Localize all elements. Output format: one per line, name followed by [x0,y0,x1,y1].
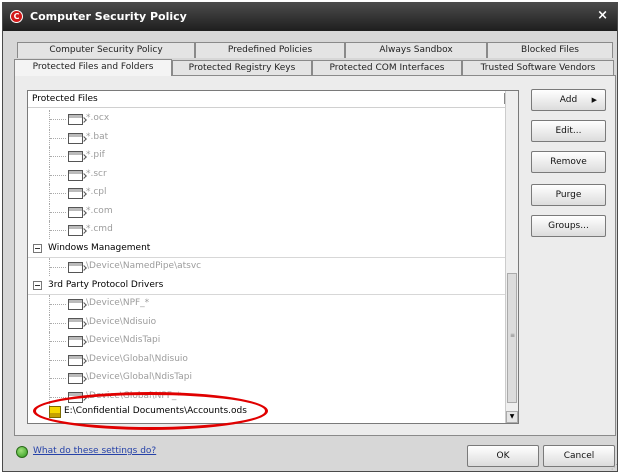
tab-protected-com-interfaces[interactable]: Protected COM Interfaces [312,60,462,76]
file-pattern-icon [68,225,83,236]
title-bar[interactable]: C Computer Security Policy × [3,3,617,31]
tree-connector [50,396,66,398]
tree-connector [50,378,66,379]
help-link[interactable]: What do these settings do? [33,446,156,456]
scroll-down-icon[interactable]: ▼ [506,411,518,423]
tab-protected-registry-keys[interactable]: Protected Registry Keys [172,60,312,76]
file-pattern-icon [68,169,83,181]
collapse-icon[interactable] [33,280,42,290]
file-pattern-icon [68,373,83,384]
highlighted-file-path: E:\Confidential Documents\Accounts.ods [64,406,247,416]
document-icon [49,406,61,418]
tree-item-row[interactable]: *.com [28,202,506,221]
tree-item-label: \Device\NdisTapi [86,335,161,345]
tree-item-label: \Device\NPF_* [86,298,150,308]
file-pattern-icon [68,262,83,273]
submenu-arrow-icon: ▶ [591,96,597,104]
file-pattern-icon [68,114,83,125]
add-button-label: Add [559,95,578,105]
tree-connector [50,119,66,120]
add-button[interactable]: Add ▶ [531,89,606,111]
grip-icon: ≡ [510,332,516,339]
tree-item-label: *.ocx [86,113,110,123]
tree-item-label: *.pif [86,150,105,160]
ok-button[interactable]: OK [467,445,539,467]
tree-item-label: \Device\Global\NdisTapi [86,372,192,382]
file-pattern-icon [68,188,83,199]
tree-connector [50,174,66,176]
vertical-scrollbar[interactable]: ≡ ▼ [505,91,518,423]
tree-item-label: *.cpl [86,187,107,197]
tree-item-row[interactable]: \Device\Ndisuio [28,313,506,332]
tree-connector [50,304,66,305]
help-icon[interactable] [16,446,28,458]
tree-group-row[interactable]: Windows Management [28,240,506,258]
tree-connector [50,267,66,268]
file-pattern-icon [68,151,83,162]
tree-connector [50,156,66,157]
tree-group-label: Windows Management [48,242,151,253]
close-icon[interactable]: × [597,8,608,23]
tree-item-label: \Device\NamedPipe\atsvc [86,261,202,271]
file-pattern-icon [68,336,83,347]
tree-item-label: \Device\Global\NPF_* [86,390,181,401]
list-header: Protected Files ▲ [28,91,518,108]
tab-always-sandbox[interactable]: Always Sandbox [345,42,487,58]
highlighted-file-row[interactable]: E:\Confidential Documents\Accounts.ods [28,404,506,420]
tree-item-row[interactable]: \Device\Global\Ndisuio [28,350,506,369]
tree-group-row[interactable]: 3rd Party Protocol Drivers [28,277,506,295]
scrollbar-thumb[interactable]: ≡ [507,273,517,403]
collapse-icon[interactable] [33,243,42,253]
tree-item-label: \Device\Global\Ndisuio [86,353,188,364]
cancel-button[interactable]: Cancel [543,445,615,467]
tree-connector [50,359,66,361]
tree-item-label: *.com [86,205,113,216]
tree-connector [50,211,66,213]
tree-connector [50,230,66,231]
tree-item-row[interactable]: *.cmd [28,221,506,239]
tab-computer-security-policy[interactable]: Computer Security Policy [17,42,195,58]
tab-protected-files-and-folders[interactable]: Protected Files and Folders [14,59,172,76]
file-pattern-icon [68,206,83,218]
list-header-label: Protected Files [32,94,98,104]
edit-button[interactable]: Edit... [531,120,606,142]
tab-blocked-files[interactable]: Blocked Files [487,42,613,58]
tree-item-row[interactable]: *.bat [28,128,506,147]
resize-grip-icon[interactable]: ⋰ [611,464,618,471]
tree-item-row[interactable]: \Device\NdisTapi [28,332,506,350]
remove-button[interactable]: Remove [531,151,606,173]
file-pattern-icon [68,132,83,144]
tree-connector [50,137,66,139]
tree-item-row[interactable]: *.pif [28,147,506,165]
tree-connector [50,341,66,342]
window-title: Computer Security Policy [30,10,187,23]
tree-item-label: *.scr [86,168,107,179]
tree-item-label: *.cmd [86,224,113,234]
file-pattern-icon [68,317,83,329]
tree-item-row[interactable]: \Device\NPF_* [28,295,506,313]
tree-item-row[interactable]: *.ocx [28,110,506,128]
tree-connector [50,193,66,194]
tree-group-label: 3rd Party Protocol Drivers [48,279,164,290]
tree-item-row[interactable]: \Device\Global\NdisTapi [28,369,506,387]
file-pattern-icon [68,299,83,310]
tree-connector [50,322,66,324]
tree-item-label: *.bat [86,131,109,142]
tree-item-row[interactable]: *.cpl [28,184,506,202]
file-pattern-icon [68,354,83,366]
tree-item-row[interactable]: \Device\NamedPipe\atsvc [28,258,506,276]
tree-item-row[interactable]: *.scr [28,165,506,184]
tree-item-row[interactable]: \Device\Global\NPF_* [28,387,506,406]
protected-files-tree[interactable]: Protected Files ▲ *.ocx *.bat *.pif *.scr *.… [27,90,519,424]
purge-button[interactable]: Purge [531,184,606,206]
tree-item-label: \Device\Ndisuio [86,316,157,327]
file-pattern-icon [68,391,83,403]
tab-predefined-policies[interactable]: Predefined Policies [195,42,345,58]
groups-button[interactable]: Groups... [531,215,606,237]
app-logo-icon: C [10,10,23,23]
tab-trusted-software-vendors[interactable]: Trusted Software Vendors [462,60,614,76]
